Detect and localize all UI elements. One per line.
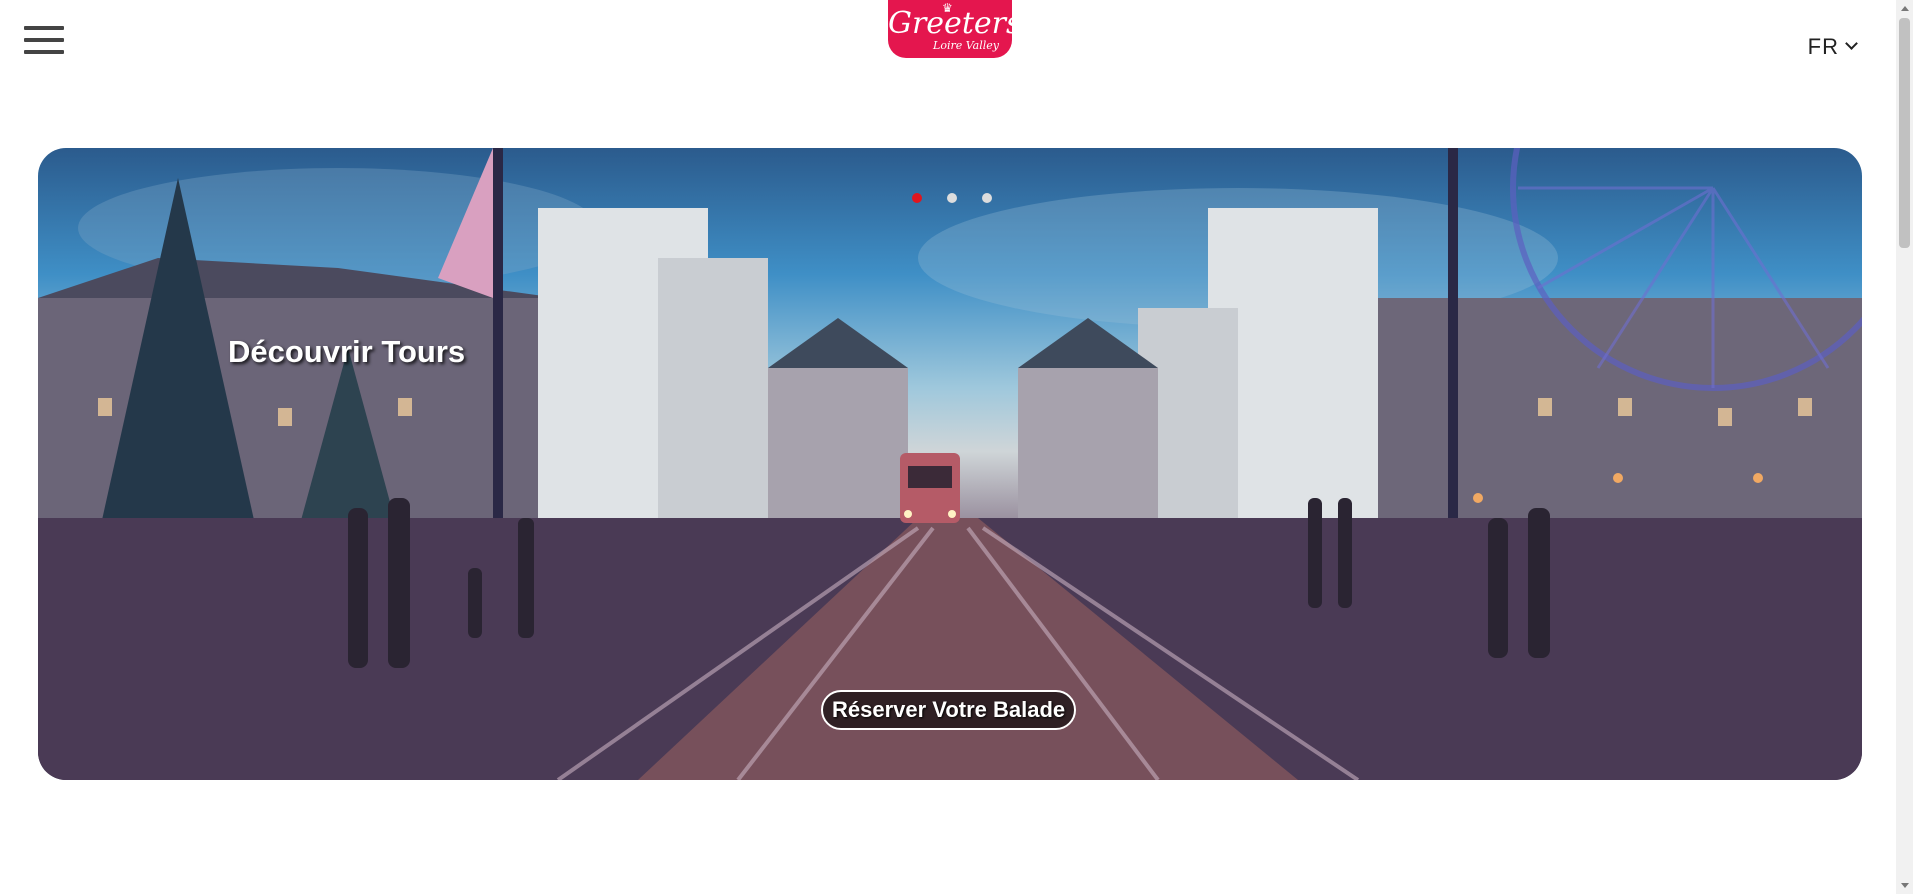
scrollbar-thumb[interactable]: [1899, 18, 1910, 248]
menu-line: [24, 26, 64, 30]
slider-dot[interactable]: [947, 193, 957, 203]
crown-icon: ♛: [942, 1, 953, 15]
menu-line: [24, 38, 64, 42]
chevron-down-icon: [1845, 37, 1858, 50]
slider-dot[interactable]: [982, 193, 992, 203]
slider-dot[interactable]: [912, 193, 922, 203]
page-scrollbar[interactable]: [1896, 0, 1913, 894]
hero-background-image: [38, 148, 1862, 780]
slider-pagination: [912, 190, 1017, 208]
book-walk-button[interactable]: Réserver Votre Balade: [821, 690, 1077, 730]
language-selector[interactable]: FR: [1807, 34, 1858, 60]
language-label: FR: [1807, 34, 1839, 59]
menu-line: [24, 50, 64, 54]
hero-title: Découvrir Tours: [228, 334, 466, 369]
site-logo[interactable]: ♛ Greeters Loire Valley: [888, 0, 1021, 58]
scroll-up-arrow-icon[interactable]: [1896, 0, 1913, 17]
hero-slider: Découvrir Tours Réserver Votre Balade: [38, 148, 1862, 780]
hamburger-menu-icon[interactable]: [24, 26, 64, 58]
scroll-down-arrow-icon[interactable]: [1896, 877, 1913, 894]
logo-subtitle: Loire Valley: [933, 39, 999, 52]
